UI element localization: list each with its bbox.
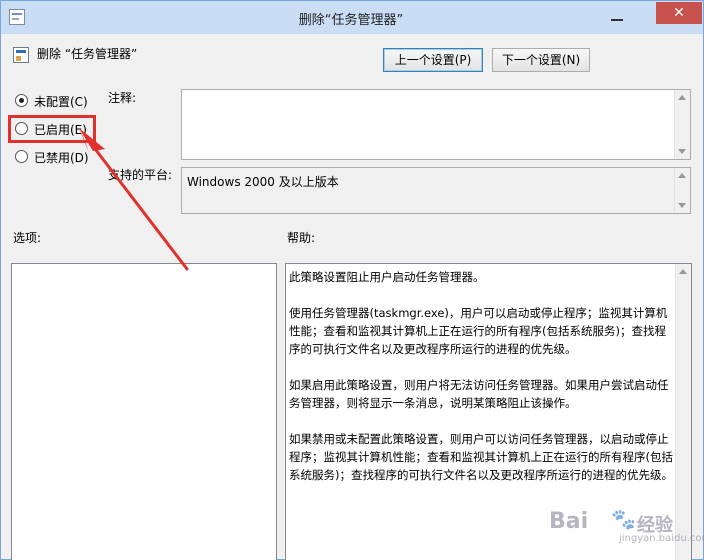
scroll-down-icon[interactable] bbox=[678, 149, 686, 154]
comment-textarea[interactable] bbox=[181, 89, 691, 160]
options-label: 选项: bbox=[13, 231, 42, 245]
comment-scrollbar[interactable] bbox=[674, 90, 690, 159]
platform-scrollbar[interactable] bbox=[674, 168, 690, 213]
arrow-shaft bbox=[87, 139, 189, 271]
watermark-brand: Bai bbox=[549, 509, 589, 534]
help-paragraph: 此策略设置阻止用户启动任务管理器。 bbox=[289, 270, 485, 284]
scroll-up-icon[interactable] bbox=[679, 269, 687, 274]
radio-label: 未配置(C) bbox=[34, 95, 88, 109]
previous-setting-button[interactable]: 上一个设置(P) bbox=[383, 48, 483, 72]
policy-dialog-window: 删除“任务管理器” ✕ 删除 “任务管理器” 上一个设置(P) 下一个设置(N)… bbox=[0, 0, 704, 560]
scroll-up-icon[interactable] bbox=[678, 173, 686, 178]
radio-label: 已禁用(D) bbox=[34, 151, 89, 165]
policy-icon bbox=[13, 47, 29, 63]
scroll-down-icon[interactable] bbox=[678, 203, 686, 208]
radio-circle-checked[interactable] bbox=[15, 94, 28, 107]
minimize-icon[interactable] bbox=[610, 10, 624, 22]
comment-label: 注释: bbox=[108, 91, 137, 105]
titlebar: 删除“任务管理器” ✕ bbox=[1, 1, 703, 34]
help-paragraph: 如果启用此策略设置，则用户将无法访问任务管理器。如果用户尝试启动任务管理器，则将… bbox=[289, 378, 669, 410]
options-panel bbox=[11, 263, 277, 560]
window-title: 删除“任务管理器” bbox=[298, 13, 404, 28]
watermark-sub: jingyan.baidu.com bbox=[619, 533, 704, 544]
help-content: 此策略设置阻止用户启动任务管理器。 使用任务管理器(taskmgr.exe)，用… bbox=[289, 268, 673, 502]
highlight-box bbox=[8, 115, 96, 143]
paw-icon: 🐾 bbox=[611, 507, 636, 531]
next-setting-button[interactable]: 下一个设置(N) bbox=[492, 48, 590, 72]
help-paragraph: 使用任务管理器(taskmgr.exe)，用户可以启动或停止程序；监视其计算机性… bbox=[289, 306, 668, 356]
scroll-up-icon[interactable] bbox=[678, 95, 686, 100]
help-paragraph: 如果禁用或未配置此策略设置，则用户可以访问任务管理器，以启动或停止程序；监视其计… bbox=[289, 432, 673, 482]
platform-label: 支持的平台: bbox=[108, 168, 173, 182]
app-icon bbox=[9, 9, 25, 25]
watermark: Bai 🐾 经验 jingyan.baidu.com bbox=[549, 501, 704, 544]
policy-name: 删除 “任务管理器” bbox=[37, 47, 138, 61]
platform-value: Windows 2000 及以上版本 bbox=[187, 175, 339, 189]
platform-box: Windows 2000 及以上版本 bbox=[181, 167, 691, 214]
close-icon[interactable]: ✕ bbox=[656, 2, 702, 24]
radio-circle[interactable] bbox=[15, 150, 28, 163]
help-label: 帮助: bbox=[287, 231, 316, 245]
